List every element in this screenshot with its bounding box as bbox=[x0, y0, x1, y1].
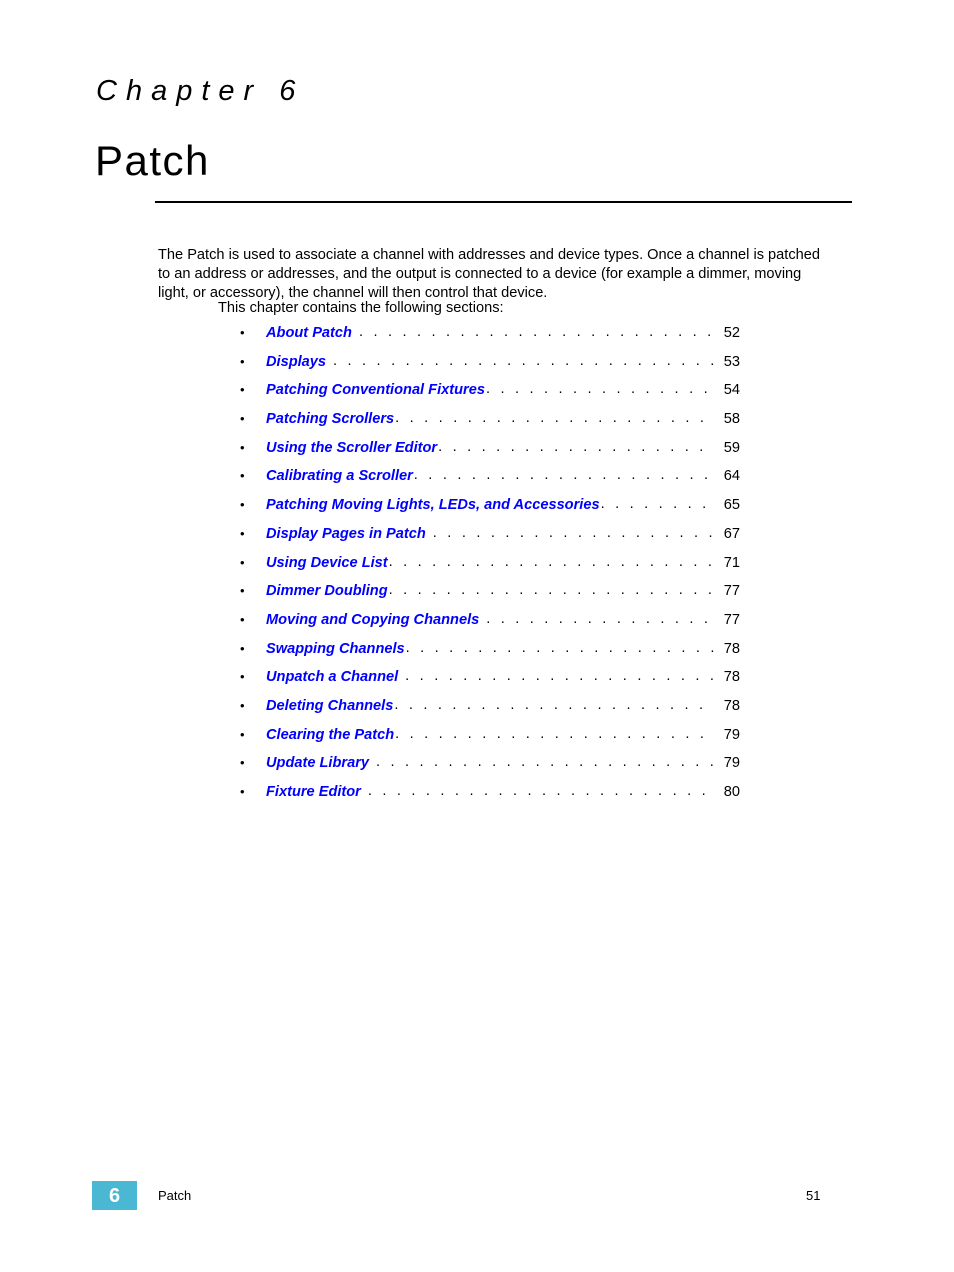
toc-entry-page-number: 79 bbox=[723, 726, 740, 743]
footer-chapter-badge: 6 bbox=[92, 1181, 137, 1210]
toc-entry-link[interactable]: Unpatch a Channel bbox=[266, 669, 398, 685]
toc-entry-link[interactable]: Fixture Editor bbox=[266, 784, 361, 800]
toc-dot-leader bbox=[376, 754, 714, 770]
toc-entry-link[interactable]: Swapping Channels bbox=[266, 641, 405, 657]
toc-entry[interactable]: • Swapping Channels 78 bbox=[240, 641, 740, 670]
bullet-icon: • bbox=[240, 353, 245, 369]
toc-entry-page-number: 67 bbox=[723, 525, 740, 542]
toc-entry[interactable]: • About Patch 52 bbox=[240, 325, 740, 354]
toc-entry-link[interactable]: Patching Moving Lights, LEDs, and Access… bbox=[266, 497, 600, 513]
toc-entry-page-number: 71 bbox=[723, 554, 740, 571]
toc-dot-leader bbox=[438, 439, 714, 455]
bullet-icon: • bbox=[240, 583, 245, 599]
toc-dot-leader bbox=[414, 467, 714, 483]
toc-entry[interactable]: • Deleting Channels 78 bbox=[240, 698, 740, 727]
bullet-icon: • bbox=[240, 726, 245, 742]
toc-entry-link[interactable]: Using Device List bbox=[266, 555, 388, 571]
table-of-contents: • About Patch 52 • Displays 53 • Patching Conve… bbox=[240, 325, 740, 813]
toc-dot-leader bbox=[333, 353, 714, 369]
toc-entry-page-number: 58 bbox=[723, 411, 740, 428]
toc-entry-link[interactable]: Dimmer Doubling bbox=[266, 583, 388, 599]
toc-entry-page-number: 78 bbox=[723, 640, 740, 657]
toc-dot-leader bbox=[433, 525, 714, 541]
toc-entry-link[interactable]: Calibrating a Scroller bbox=[266, 468, 413, 484]
title-divider bbox=[155, 201, 852, 203]
bullet-icon: • bbox=[240, 611, 245, 627]
toc-entry[interactable]: • Fixture Editor 80 bbox=[240, 784, 740, 813]
toc-entry[interactable]: • Moving and Copying Channels 77 bbox=[240, 612, 740, 641]
toc-dot-leader bbox=[406, 640, 714, 656]
toc-dot-leader bbox=[368, 783, 714, 799]
toc-entry[interactable]: • Patching Moving Lights, LEDs, and Acces… bbox=[240, 497, 740, 526]
toc-dot-leader bbox=[395, 726, 714, 742]
toc-entry-page-number: 79 bbox=[723, 755, 740, 772]
toc-entry[interactable]: • Dimmer Doubling 77 bbox=[240, 583, 740, 612]
toc-entry-page-number: 64 bbox=[723, 468, 740, 485]
footer-page-number: 51 bbox=[806, 1188, 821, 1203]
toc-dot-leader bbox=[486, 611, 714, 627]
toc-entry-link[interactable]: Display Pages in Patch bbox=[266, 526, 426, 542]
toc-entry-page-number: 53 bbox=[723, 353, 740, 370]
bullet-icon: • bbox=[240, 640, 245, 656]
toc-entry-page-number: 54 bbox=[723, 382, 740, 399]
bullet-icon: • bbox=[240, 525, 245, 541]
toc-dot-leader bbox=[395, 410, 714, 426]
chapter-eyebrow: Chapter 6 bbox=[96, 75, 305, 107]
bullet-icon: • bbox=[240, 669, 245, 685]
bullet-icon: • bbox=[240, 411, 245, 427]
bullet-icon: • bbox=[240, 382, 245, 398]
bullet-icon: • bbox=[240, 755, 245, 771]
toc-dot-leader bbox=[359, 324, 714, 340]
toc-entry-link[interactable]: Update Library bbox=[266, 755, 369, 771]
toc-entry-link[interactable]: Displays bbox=[266, 354, 326, 370]
toc-dot-leader bbox=[405, 668, 714, 684]
toc-dot-leader bbox=[389, 554, 714, 570]
toc-entry[interactable]: • Using the Scroller Editor 59 bbox=[240, 440, 740, 469]
toc-dot-leader bbox=[394, 697, 714, 713]
toc-entry[interactable]: • Using Device List 71 bbox=[240, 555, 740, 584]
toc-entry-page-number: 59 bbox=[723, 439, 740, 456]
page-title: Patch bbox=[95, 137, 210, 184]
bullet-icon: • bbox=[240, 697, 245, 713]
toc-entry[interactable]: • Update Library 79 bbox=[240, 755, 740, 784]
bullet-icon: • bbox=[240, 439, 245, 455]
bullet-icon: • bbox=[240, 784, 245, 799]
toc-entry-link[interactable]: Deleting Channels bbox=[266, 698, 393, 714]
toc-dot-leader bbox=[389, 582, 714, 598]
toc-entry[interactable]: • Displays 53 bbox=[240, 354, 740, 383]
toc-dot-leader bbox=[486, 381, 714, 397]
intro-paragraph: The Patch is used to associate a channel… bbox=[158, 246, 820, 302]
sections-lead-text: This chapter contains the following sect… bbox=[218, 300, 504, 316]
toc-entry-link[interactable]: Clearing the Patch bbox=[266, 727, 394, 743]
toc-entry-link[interactable]: Using the Scroller Editor bbox=[266, 440, 437, 456]
toc-entry[interactable]: • Unpatch a Channel 78 bbox=[240, 669, 740, 698]
bullet-icon: • bbox=[240, 468, 245, 484]
toc-entry[interactable]: • Display Pages in Patch 67 bbox=[240, 526, 740, 555]
toc-entry-link[interactable]: Patching Scrollers bbox=[266, 411, 394, 427]
toc-entry-page-number: 52 bbox=[723, 325, 740, 341]
toc-entry-page-number: 77 bbox=[723, 611, 740, 628]
toc-entry[interactable]: • Patching Conventional Fixtures 54 bbox=[240, 382, 740, 411]
toc-entry-page-number: 78 bbox=[723, 697, 740, 714]
toc-entry[interactable]: • Calibrating a Scroller 64 bbox=[240, 468, 740, 497]
bullet-icon: • bbox=[240, 554, 245, 570]
toc-entry-link[interactable]: Patching Conventional Fixtures bbox=[266, 382, 485, 398]
toc-entry-page-number: 65 bbox=[723, 497, 740, 514]
toc-entry[interactable]: • Patching Scrollers 58 bbox=[240, 411, 740, 440]
toc-entry-link[interactable]: Moving and Copying Channels bbox=[266, 612, 479, 628]
toc-dot-leader bbox=[601, 496, 714, 512]
toc-entry-page-number: 77 bbox=[723, 583, 740, 600]
bullet-icon: • bbox=[240, 497, 245, 513]
toc-entry-page-number: 80 bbox=[723, 784, 740, 800]
document-page: Chapter 6 Patch The Patch is used to ass… bbox=[0, 0, 954, 1272]
footer-chapter-label: Patch bbox=[158, 1188, 192, 1203]
toc-entry-page-number: 78 bbox=[723, 669, 740, 686]
toc-entry[interactable]: • Clearing the Patch 79 bbox=[240, 727, 740, 756]
toc-entry-link[interactable]: About Patch bbox=[266, 325, 352, 341]
bullet-icon: • bbox=[240, 325, 245, 340]
